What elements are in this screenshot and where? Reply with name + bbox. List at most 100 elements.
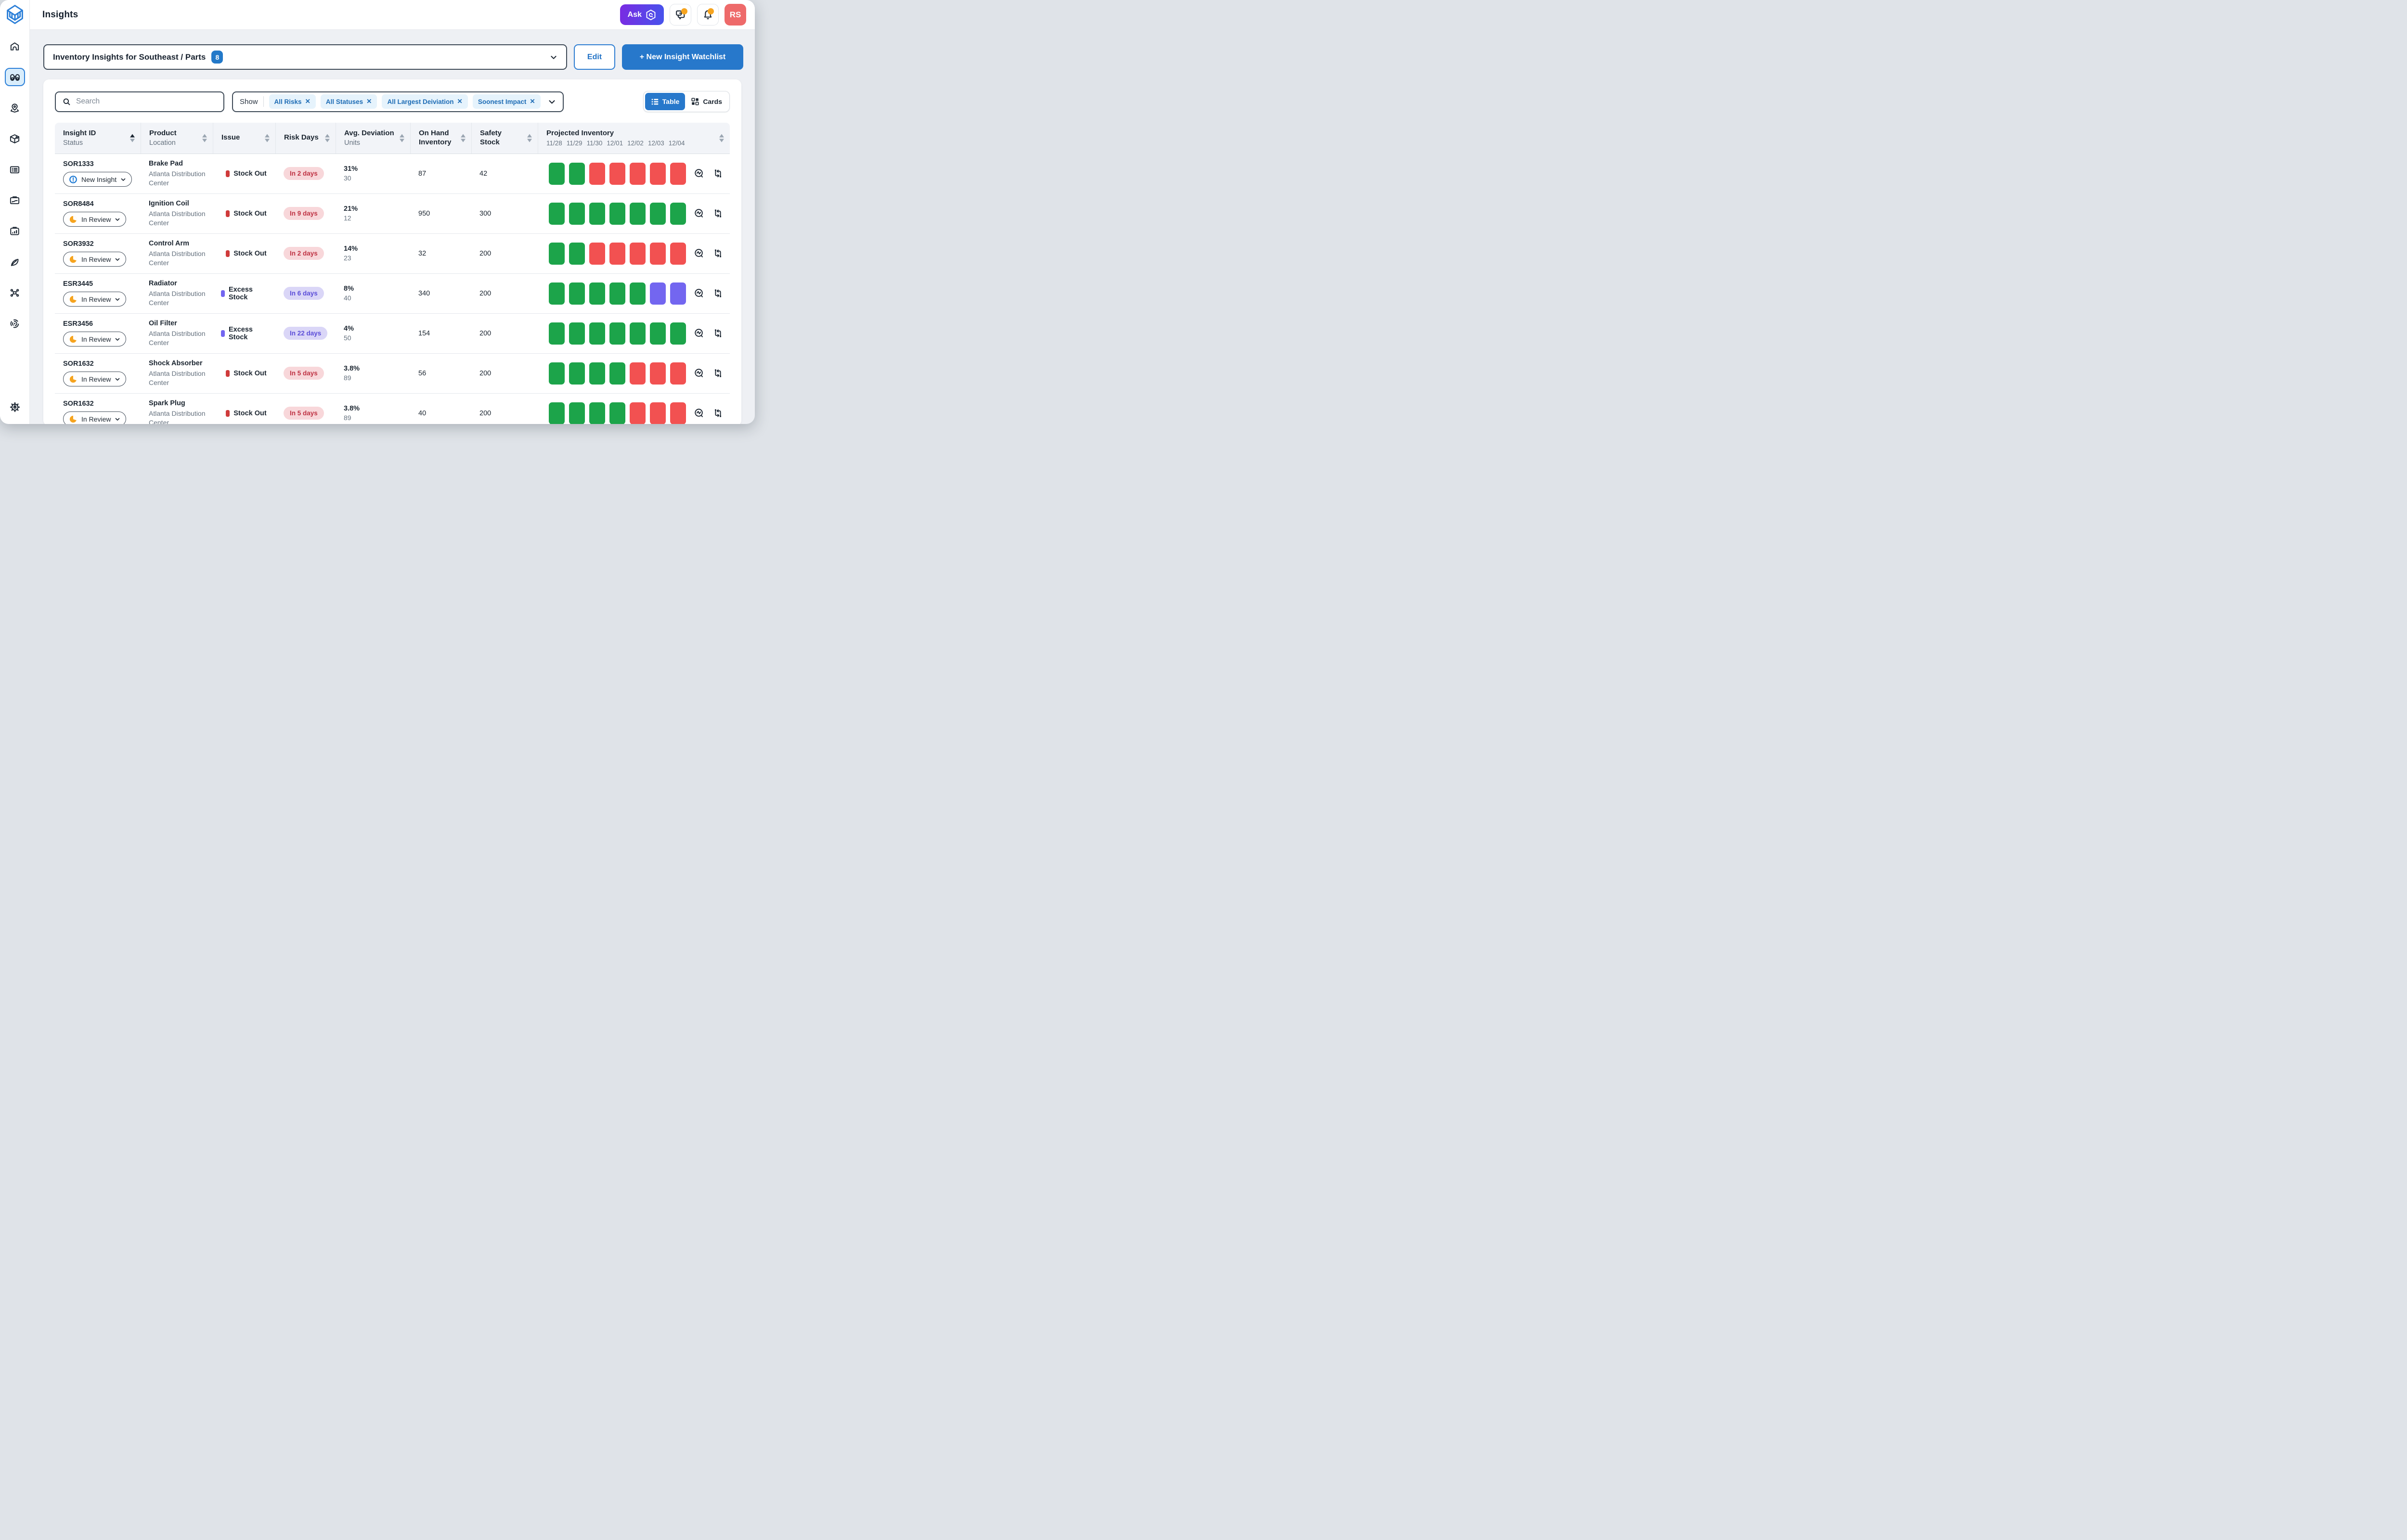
status-dropdown[interactable]: In Review [63,411,126,424]
sidebar-item-contracts[interactable] [5,191,25,209]
sidebar-item-order-list[interactable] [5,160,25,179]
remove-chip-icon[interactable]: ✕ [366,98,372,105]
projection-day-square [650,163,666,185]
status-dropdown[interactable]: In Review [63,212,126,227]
insight-id-cell: SOR1632 In Review [55,394,141,424]
swap-transfer-button[interactable] [712,408,724,419]
swap-transfer-button[interactable] [712,288,724,299]
remove-chip-icon[interactable]: ✕ [457,98,463,105]
search-input[interactable] [76,97,217,106]
sidebar-item-locations[interactable] [5,99,25,117]
sidebar-item-products[interactable] [5,129,25,148]
analyze-trend-button[interactable] [694,408,705,419]
user-avatar[interactable]: RS [725,4,746,26]
sort-icon[interactable] [527,134,532,142]
analyze-trend-button[interactable] [694,168,705,179]
cards-view-button[interactable]: Cards [685,93,728,110]
analyze-trend-button[interactable] [694,248,705,259]
remove-chip-icon[interactable]: ✕ [305,98,311,105]
sidebar-item-planning[interactable] [5,222,25,240]
table-view-button[interactable]: Table [645,93,686,110]
note-card-icon [9,195,20,206]
sidebar-item-tracking[interactable] [5,314,25,333]
ask-button[interactable]: Ask [620,4,664,25]
filter-chip[interactable]: All Largest Deiviation✕ [382,94,467,109]
projection-day-square [670,362,686,385]
sort-icon[interactable] [400,134,404,142]
sidebar-item-insights[interactable] [5,68,25,86]
column-header-product[interactable]: Product Location [141,123,213,154]
swap-transfer-button[interactable] [712,208,724,219]
column-header-issue[interactable]: Issue [213,123,275,154]
chevron-down-icon[interactable] [548,98,556,106]
column-header-insight-id[interactable]: Insight ID Status [55,123,141,154]
swap-transfer-button[interactable] [712,168,724,179]
projection-day-square [670,322,686,345]
chat-button[interactable] [670,4,691,26]
map-pin-icon [9,103,20,114]
sort-icon[interactable] [719,134,724,142]
insight-id-cell: SOR1632 In Review [55,354,141,393]
sidebar-item-home[interactable] [5,37,25,55]
analyze-trend-button[interactable] [694,368,705,379]
status-dropdown[interactable]: New Insight [63,172,132,187]
sort-icon[interactable] [325,134,330,142]
status-dropdown[interactable]: In Review [63,372,126,386]
filter-chip[interactable]: All Statuses✕ [321,94,377,109]
binoculars-icon [9,71,21,83]
sort-icon[interactable] [265,134,270,142]
swap-transfer-button[interactable] [712,368,724,379]
column-header-risk-days[interactable]: Risk Days [275,123,336,154]
product-name: Oil Filter [149,320,209,327]
deviation-percent: 3.8% [344,365,406,372]
projection-day-square [609,163,625,185]
analyze-trend-button[interactable] [694,328,705,339]
column-header-avg-deviation[interactable]: Avg. Deviation Units [336,123,410,154]
on-hand-cell: 154 [410,314,471,353]
issue-label: Stock Out [233,410,266,417]
new-insight-watchlist-button[interactable]: + New Insight Watchlist [622,44,743,70]
column-header-safety-stock[interactable]: Safety Stock [471,123,538,154]
column-header-projected-inventory[interactable]: Projected Inventory 11/2811/2911/3012/01… [538,123,730,154]
status-dropdown[interactable]: In Review [63,292,126,307]
swap-icon [712,328,724,339]
chevron-down-icon [115,336,120,342]
table-body: SOR1333 New Insight Brake Pad Atlanta Di… [55,154,730,424]
projection-day-square [589,322,605,345]
status-dropdown[interactable]: In Review [63,252,126,267]
safety-stock-cell: 200 [471,274,538,313]
pulse-magnifier-icon [694,408,705,419]
column-header-on-hand[interactable]: On Hand Inventory [410,123,471,154]
notifications-button[interactable] [697,4,719,26]
insight-id: SOR8484 [63,200,137,208]
projection-day-square [670,203,686,225]
issue-cell: Excess Stock [213,314,275,353]
swap-transfer-button[interactable] [712,248,724,259]
status-dropdown[interactable]: In Review [63,332,126,346]
sort-icon[interactable] [130,134,135,142]
analyze-trend-button[interactable] [694,208,705,219]
remove-chip-icon[interactable]: ✕ [530,98,535,105]
sidebar-item-sustainability[interactable] [5,253,25,271]
edit-watchlist-button[interactable]: Edit [574,44,615,70]
filter-chip[interactable]: All Risks✕ [269,94,316,109]
projection-day-square [549,322,565,345]
avg-deviation-cell: 21% 12 [336,194,410,233]
sidebar-item-settings[interactable] [5,398,25,416]
product-name: Brake Pad [149,160,209,167]
sort-icon[interactable] [202,134,207,142]
watchlist-select[interactable]: Inventory Insights for Southeast / Parts… [43,44,567,70]
swap-transfer-button[interactable] [712,328,724,339]
filter-chip[interactable]: Soonest Impact✕ [473,94,541,109]
product-cell: Shock Absorber Atlanta Distribution Cent… [141,354,213,393]
sort-icon[interactable] [461,134,466,142]
swap-icon [712,288,724,299]
home-icon [9,41,20,52]
sidebar-item-network[interactable] [5,283,25,302]
insight-id: ESR3445 [63,280,137,288]
deviation-percent: 14% [344,245,406,253]
issue-bullet [226,370,230,377]
app-logo-cube-icon[interactable] [6,5,24,26]
analyze-trend-button[interactable] [694,288,705,299]
risk-days-badge: In 9 days [284,207,324,220]
